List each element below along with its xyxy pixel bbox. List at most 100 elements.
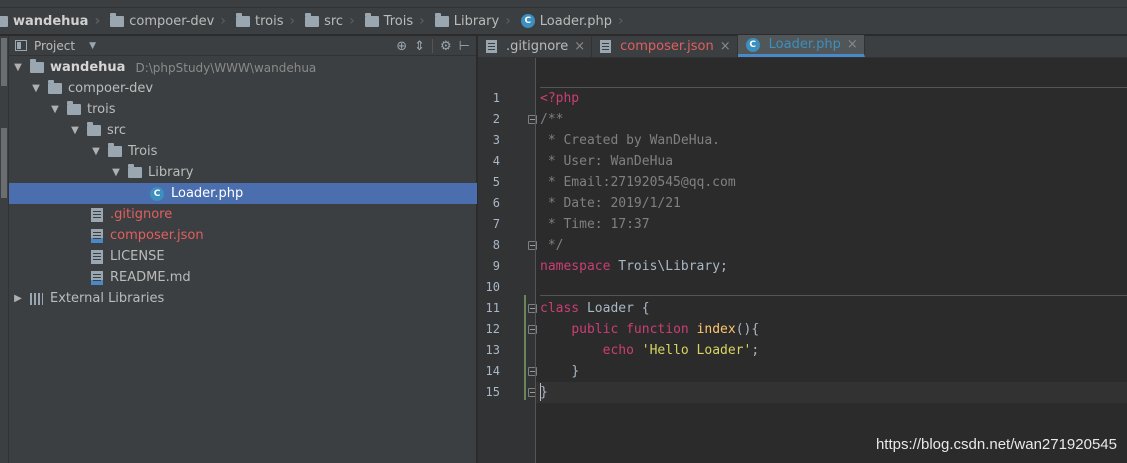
chevron-right-icon: ›: [289, 13, 296, 29]
chevron-right-icon: ›: [618, 13, 624, 29]
tree-item-src[interactable]: ▼ src: [9, 120, 477, 141]
chevron-down-icon[interactable]: ▼: [89, 41, 96, 51]
project-tools: ⊕ ⇕ ⚙ ⊢: [396, 36, 470, 56]
locate-icon[interactable]: ⊕: [396, 39, 407, 54]
json-file-icon: [91, 228, 103, 243]
triangle-down-icon[interactable]: ▼: [30, 83, 42, 94]
tree-item-loader-php[interactable]: C Loader.php: [9, 183, 477, 204]
gear-icon[interactable]: ⚙: [440, 39, 452, 54]
project-icon: [15, 40, 27, 51]
line-number: 5: [492, 175, 500, 189]
tree-item-external-libraries[interactable]: ▶ External Libraries: [9, 288, 477, 309]
chevron-right-icon: ›: [349, 13, 355, 29]
breadcrumb-item-compoer-dev[interactable]: compoer-dev ›: [104, 8, 230, 34]
project-tool-button[interactable]: [1, 38, 7, 86]
code-line-11: class Loader {: [540, 301, 650, 316]
tab-gitignore[interactable]: .gitignore ×: [478, 35, 593, 57]
folder-icon: [108, 143, 122, 157]
tree-item-license[interactable]: LICENSE: [9, 246, 477, 267]
tab-composer-json[interactable]: composer.json ×: [592, 35, 738, 57]
code-line-9: namespace Trois\Library;: [540, 259, 728, 274]
code-line-3: * Created by WanDeHua.: [540, 133, 721, 148]
triangle-down-icon[interactable]: ▼: [90, 146, 102, 157]
chevron-right-icon: ›: [220, 13, 226, 29]
breadcrumb-item-wandehua[interactable]: wandehua ›: [0, 8, 104, 34]
project-title[interactable]: Project: [34, 39, 75, 53]
line-number: 14: [485, 364, 500, 378]
line-number: 10: [485, 280, 500, 294]
triangle-down-icon[interactable]: ▼: [49, 104, 61, 115]
method-separator: [540, 87, 1127, 88]
code-area[interactable]: 1 2 3 4 5 6 7 8 9 10 11 12 13 14 15 <?ph…: [478, 58, 1127, 463]
breadcrumb-item-src[interactable]: src ›: [299, 8, 359, 34]
line-number: 13: [485, 343, 500, 357]
text-file-icon: [91, 249, 103, 264]
code-line-6: * Date: 2019/1/21: [540, 196, 681, 211]
line-number: 9: [492, 259, 500, 273]
close-icon[interactable]: ×: [720, 39, 731, 54]
php-class-icon: C: [520, 14, 535, 28]
hide-icon[interactable]: ⊢: [459, 39, 470, 54]
folder-icon: [364, 12, 379, 27]
line-number: 8: [492, 238, 500, 252]
divider: [432, 39, 434, 53]
folder-icon: [30, 59, 44, 73]
folder-icon: [48, 80, 62, 94]
breadcrumb-item-trois-ns[interactable]: Trois ›: [359, 8, 429, 34]
folder-icon: [0, 15, 8, 27]
triangle-down-icon[interactable]: ▼: [69, 125, 81, 136]
triangle-down-icon[interactable]: ▼: [110, 167, 122, 178]
markdown-file-icon: [91, 270, 103, 285]
chevron-right-icon: ›: [505, 13, 511, 29]
tree-item-composer-json[interactable]: composer.json: [9, 225, 477, 246]
tree-item-library[interactable]: ▼ Library: [9, 162, 477, 183]
tree-item-gitignore[interactable]: .gitignore: [9, 204, 477, 225]
code-line-8: */: [540, 238, 564, 253]
json-file-icon: [600, 39, 612, 53]
tree-item-readme[interactable]: README.md: [9, 267, 477, 288]
line-number: 7: [492, 217, 500, 231]
gutter: 1 2 3 4 5 6 7 8 9 10 11 12 13 14 15: [478, 58, 537, 463]
breadcrumb-item-loader[interactable]: C Loader.php ›: [515, 8, 628, 34]
tab-loader-php[interactable]: C Loader.php ×: [737, 35, 865, 57]
code-line-4: * User: WanDeHua: [540, 154, 674, 169]
code-line-14: }: [571, 364, 580, 379]
code-line-2: /**: [540, 112, 564, 127]
triangle-right-icon[interactable]: ▶: [12, 293, 24, 304]
project-header: Project ▼ ⊕ ⇕ ⚙ ⊢: [9, 36, 476, 56]
tree-item-root[interactable]: ▼ wandehua D:\phpStudy\WWW\wandehua: [9, 57, 477, 78]
code-line-1: <?php: [540, 91, 580, 106]
chevron-right-icon: ›: [94, 13, 101, 29]
line-number: 12: [485, 322, 500, 336]
code-line-5: * Email:271920545@qq.com: [540, 175, 736, 190]
tree-item-compoer-dev[interactable]: ▼ compoer-dev: [9, 78, 477, 99]
close-icon[interactable]: ×: [574, 39, 585, 54]
tree-item-trois[interactable]: ▼ trois: [9, 99, 477, 120]
current-line-highlight: [536, 382, 1127, 403]
line-number: 1: [492, 91, 500, 105]
breadcrumb-item-library[interactable]: Library ›: [429, 8, 515, 34]
code-line-12: public function index(){: [571, 322, 760, 337]
folder-icon: [434, 12, 449, 27]
triangle-down-icon[interactable]: ▼: [12, 62, 24, 73]
code-line-13: echo 'Hello Loader';: [602, 343, 760, 358]
breadcrumb-item-trois[interactable]: trois ›: [230, 8, 299, 34]
chevron-right-icon: ›: [419, 13, 425, 29]
editor: .gitignore × composer.json × C Loader.ph…: [478, 35, 1127, 463]
php-class-icon: C: [150, 186, 164, 201]
watermark: https://blog.csdn.net/wan271920545: [875, 436, 1117, 453]
code-line-7: * Time: 17:37: [540, 217, 650, 232]
php-class-icon: C: [745, 37, 760, 52]
vcs-change-marker[interactable]: [524, 295, 526, 400]
tree-item-trois-ns[interactable]: ▼ Trois: [9, 141, 477, 162]
tool-window-strip: [0, 36, 9, 463]
close-icon[interactable]: ×: [847, 37, 858, 52]
line-number: 2: [492, 112, 500, 126]
structure-tool-button[interactable]: [1, 128, 7, 198]
collapse-icon[interactable]: ⇕: [414, 39, 425, 54]
text-file-icon: [91, 207, 103, 222]
project-panel: Project ▼ ⊕ ⇕ ⚙ ⊢ ▼ wandehua D:\phpStudy…: [9, 36, 477, 463]
folder-icon: [235, 12, 250, 27]
toolbar-strip: [0, 0, 1127, 8]
line-number: 6: [492, 196, 500, 210]
